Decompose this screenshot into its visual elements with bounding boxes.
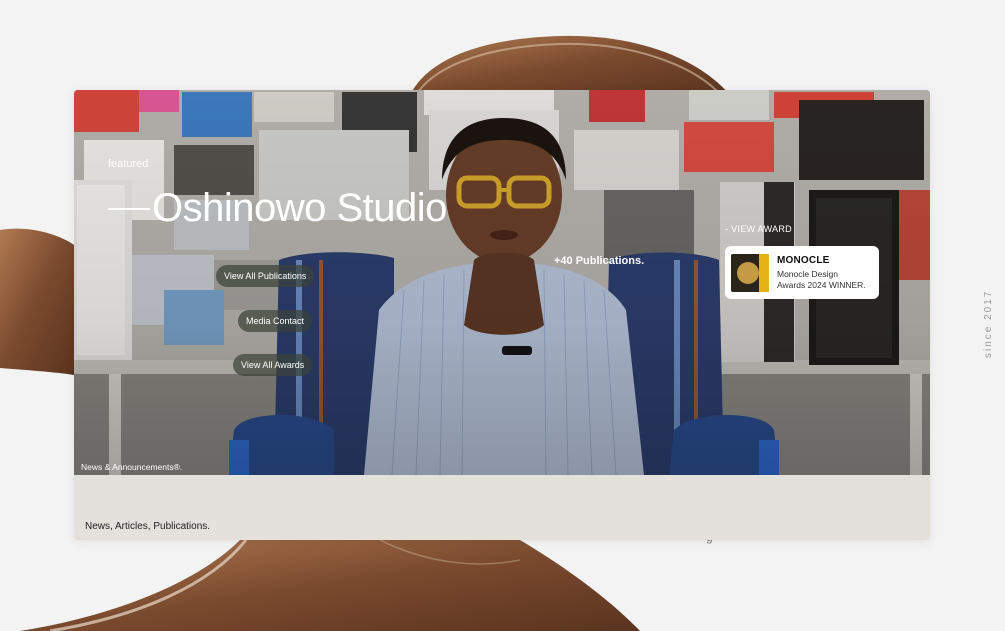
title-dash: [108, 207, 150, 210]
view-all-publications-button[interactable]: View All Publications: [216, 265, 315, 287]
since-label: since 2017: [983, 289, 994, 358]
hero-image: featured Oshinowo Studio +40 Publication…: [74, 90, 930, 475]
award-name: MONOCLE: [777, 254, 830, 266]
publications-count: +40 Publications.: [554, 255, 645, 267]
news-announcements-label: News & Announcements®.: [81, 462, 183, 472]
award-description-line2: Awards 2024 WINNER.: [777, 279, 866, 290]
view-all-awards-button[interactable]: View All Awards: [233, 354, 313, 376]
media-contact-button[interactable]: Media Contact: [238, 310, 313, 332]
page-title: Oshinowo Studio: [108, 186, 447, 231]
view-award-link[interactable]: - VIEW AWARD: [725, 224, 792, 234]
news-articles-publications-label: News, Articles, Publications.: [85, 521, 211, 532]
featured-label: featured: [108, 158, 149, 170]
award-description-line1: Monocle Design: [777, 268, 838, 279]
award-thumbnail: [731, 253, 769, 292]
award-card[interactable]: MONOCLE Monocle Design Awards 2024 WINNE…: [725, 246, 879, 299]
featured-card: featured Oshinowo Studio +40 Publication…: [74, 90, 930, 540]
page-title-text: Oshinowo Studio: [152, 186, 447, 230]
